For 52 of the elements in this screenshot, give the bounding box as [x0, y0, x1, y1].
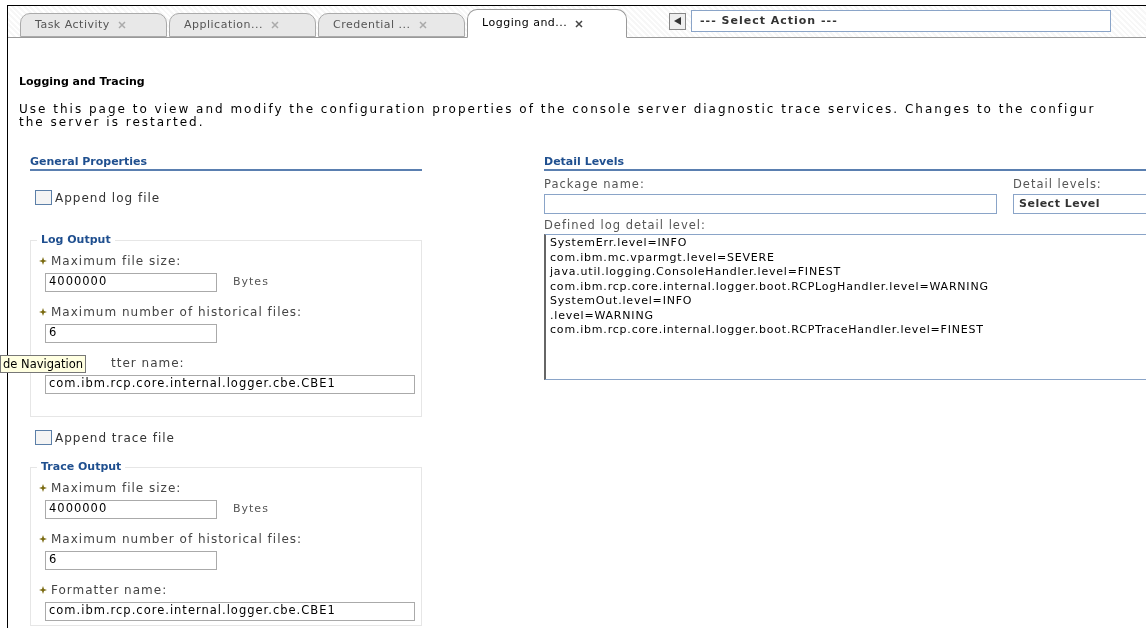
- checkbox[interactable]: [35, 430, 52, 445]
- unit-label: Bytes: [233, 500, 269, 517]
- input-field[interactable]: 6: [45, 550, 217, 570]
- input-field[interactable]: com.ibm.rcp.core.internal.logger.cbe.CBE1: [45, 601, 415, 621]
- input-field[interactable]: [544, 193, 997, 214]
- description-text: Use this page to view and modify the configuration properties of the console server diagnostic trace services. Changes to the configur: [19, 102, 1097, 116]
- log-level-line: .level=WARNING: [550, 308, 655, 323]
- action-select[interactable]: --- Select Action ---: [691, 10, 1111, 32]
- input-field[interactable]: 4000000: [45, 499, 217, 519]
- log-level-line: SystemOut.level=INFO: [550, 294, 694, 309]
- page-title: Logging and Tracing: [19, 74, 146, 90]
- log-level-line: com.ibm.rcp.core.internal.logger.boot.RCPLogHandler.level=WARNING: [550, 279, 990, 294]
- description-text: the server is restarted.: [19, 115, 206, 129]
- log-level-line: SystemErr.level=INFO: [550, 236, 689, 251]
- field-label: Defined log detail level:: [544, 216, 707, 234]
- text-area[interactable]: [544, 234, 1146, 380]
- section-heading: General Properties: [30, 154, 422, 171]
- tooltip: de Navigation: [0, 355, 87, 373]
- fieldset-legend: Log Output: [37, 232, 115, 247]
- fieldset-legend: Trace Output: [37, 459, 126, 474]
- required-icon: [39, 535, 47, 543]
- section-heading: Detail Levels: [544, 154, 1146, 171]
- log-level-line: java.util.logging.ConsoleHandler.level=FINEST: [550, 265, 842, 280]
- checkbox[interactable]: [35, 190, 52, 205]
- input-field[interactable]: 4000000: [45, 272, 217, 292]
- tab[interactable]: Logging and...: [467, 9, 627, 38]
- tab[interactable]: Task Activity: [20, 13, 167, 37]
- field-label: Maximum number of historical files:: [51, 531, 303, 548]
- input-field[interactable]: 6: [45, 323, 217, 343]
- tab[interactable]: Application...: [169, 13, 316, 37]
- field-label: Detail levels:: [1013, 175, 1103, 193]
- required-icon: [39, 586, 47, 594]
- log-level-line: com.ibm.rcp.core.internal.logger.boot.RCPTraceHandler.level=FINEST: [550, 323, 985, 338]
- log-level-line: com.ibm.mc.vparmgt.level=SEVERE: [550, 250, 776, 265]
- required-icon: [39, 257, 47, 265]
- checkbox-label: Append log file: [55, 189, 161, 207]
- unit-label: Bytes: [233, 273, 269, 290]
- close-icon[interactable]: [575, 19, 584, 28]
- left-arrow-icon: [674, 17, 681, 25]
- required-icon: [39, 308, 47, 316]
- field-label: Formatter name:: [51, 582, 168, 599]
- field-label: Package name:: [544, 175, 646, 193]
- level-select[interactable]: Select Level: [1013, 193, 1146, 214]
- required-icon: [39, 484, 47, 492]
- field-label: Maximum file size:: [51, 480, 182, 497]
- input-field[interactable]: com.ibm.rcp.core.internal.logger.cbe.CBE1: [45, 374, 415, 394]
- field-label: Maximum file size:: [51, 253, 182, 270]
- field-label: Maximum number of historical files:: [51, 304, 303, 321]
- checkbox-label: Append trace file: [55, 429, 175, 447]
- tab[interactable]: Credential ...: [318, 13, 465, 37]
- scroll-left-button[interactable]: [669, 12, 686, 30]
- field-label: tter name:: [111, 355, 185, 372]
